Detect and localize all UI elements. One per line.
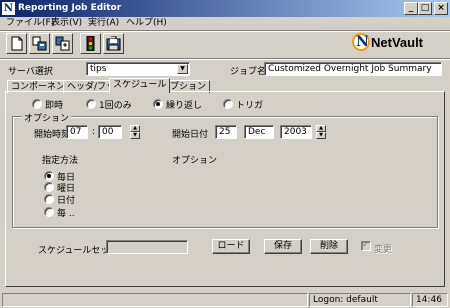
- save-job-button[interactable]: [103, 33, 124, 54]
- menu-view[interactable]: 表示(V): [50, 17, 83, 30]
- start-month-input[interactable]: Dec: [244, 125, 274, 139]
- menu-file[interactable]: ファイル(F): [5, 17, 55, 30]
- radio-daily[interactable]: [44, 171, 54, 181]
- start-date-spinner[interactable]: ▲ ▼: [316, 125, 326, 139]
- start-minute-input[interactable]: 00: [98, 125, 122, 139]
- chevron-down-icon[interactable]: ▼: [177, 64, 188, 74]
- logo-mark: N: [352, 33, 370, 51]
- load-button[interactable]: ロード: [212, 239, 250, 254]
- start-time-spinner[interactable]: ▲ ▼: [130, 125, 140, 139]
- app-window: N Reporting Job Editor _ □ × ファイル(F) 表示(…: [0, 0, 450, 308]
- minimize-button[interactable]: _: [404, 2, 418, 15]
- radio-weekday[interactable]: [44, 182, 54, 192]
- start-hour-input[interactable]: 07: [66, 125, 88, 139]
- toolbar-divider: [0, 58, 450, 60]
- menu-run[interactable]: 実行(A): [87, 17, 120, 30]
- radio-date[interactable]: [44, 194, 54, 204]
- status-bar: Logon: default 14:46: [0, 292, 450, 308]
- copy-job-icon: [32, 36, 47, 51]
- server-select-value: tips: [90, 64, 107, 74]
- minimize-icon: _: [408, 3, 414, 13]
- new-document-icon: [11, 36, 23, 51]
- server-select[interactable]: tips ▼: [86, 62, 190, 76]
- server-label: サーバ選択: [8, 67, 53, 77]
- radio-once[interactable]: [86, 99, 96, 109]
- radio-repeat[interactable]: [153, 99, 163, 109]
- delete-button[interactable]: 削除: [310, 239, 348, 254]
- move-job-icon: [55, 36, 70, 51]
- copy-job-button[interactable]: [29, 33, 50, 54]
- method-label: 指定方法: [42, 156, 79, 166]
- close-button[interactable]: ×: [434, 2, 448, 15]
- radio-date-label: 日付: [57, 196, 76, 206]
- job-name-input[interactable]: Customized Overnight Job Summary: [264, 62, 442, 76]
- netvault-app-icon: N: [2, 2, 15, 15]
- radio-once-label: 1回のみ: [99, 101, 132, 111]
- job-name-label: ジョブ名: [230, 67, 267, 77]
- maximize-icon: □: [420, 3, 430, 13]
- close-icon: ×: [437, 3, 445, 13]
- change-checkbox-label: 変更: [374, 245, 393, 255]
- status-time: 14:46: [412, 293, 448, 307]
- radio-repeat-label: 繰り返し: [166, 101, 203, 111]
- save-button[interactable]: 保存: [264, 239, 302, 254]
- checkmark-icon: ✓: [362, 240, 370, 250]
- spin-down-icon[interactable]: ▼: [130, 132, 140, 139]
- save-job-icon: [106, 36, 121, 51]
- move-job-button[interactable]: [52, 33, 73, 54]
- status-pane-main: [2, 293, 308, 307]
- start-date-label: 開始日付: [172, 130, 209, 140]
- logo-text: NetVault: [371, 35, 424, 50]
- new-button[interactable]: [6, 33, 27, 54]
- spin-up-icon[interactable]: ▲: [130, 125, 140, 132]
- tab-schedule[interactable]: スケジュール: [109, 78, 171, 93]
- radio-every[interactable]: [44, 207, 54, 217]
- menu-bar: ファイル(F) 表示(V) 実行(A) ヘルプ(H): [0, 17, 450, 30]
- option-sub-label: オプション: [172, 156, 218, 166]
- time-separator: :: [92, 127, 96, 137]
- radio-immediate[interactable]: [32, 99, 42, 109]
- start-time-label: 開始時刻: [34, 130, 71, 140]
- change-checkbox[interactable]: ✓: [361, 240, 371, 251]
- spin-up-icon[interactable]: ▲: [316, 125, 326, 132]
- maximize-button[interactable]: □: [418, 2, 432, 15]
- radio-trigger[interactable]: [223, 99, 233, 109]
- title-bar[interactable]: N Reporting Job Editor _ □ ×: [0, 0, 450, 17]
- status-logon: Logon: default: [309, 293, 411, 307]
- traffic-light-icon: [86, 36, 95, 51]
- radio-immediate-label: 即時: [45, 101, 64, 111]
- start-day-input[interactable]: 25: [215, 125, 237, 139]
- spin-down-icon[interactable]: ▼: [316, 132, 326, 139]
- options-group-legend: オプション: [22, 111, 72, 124]
- netvault-logo: N NetVault: [352, 33, 440, 53]
- radio-trigger-label: トリガ: [236, 101, 264, 111]
- run-job-button[interactable]: [80, 33, 101, 54]
- menu-help[interactable]: ヘルプ(H): [125, 17, 168, 30]
- window-title: Reporting Job Editor: [18, 3, 122, 13]
- start-year-input[interactable]: 2003: [280, 125, 312, 139]
- radio-every-label: 毎 ..: [57, 209, 75, 219]
- schedule-set-field[interactable]: [106, 240, 188, 254]
